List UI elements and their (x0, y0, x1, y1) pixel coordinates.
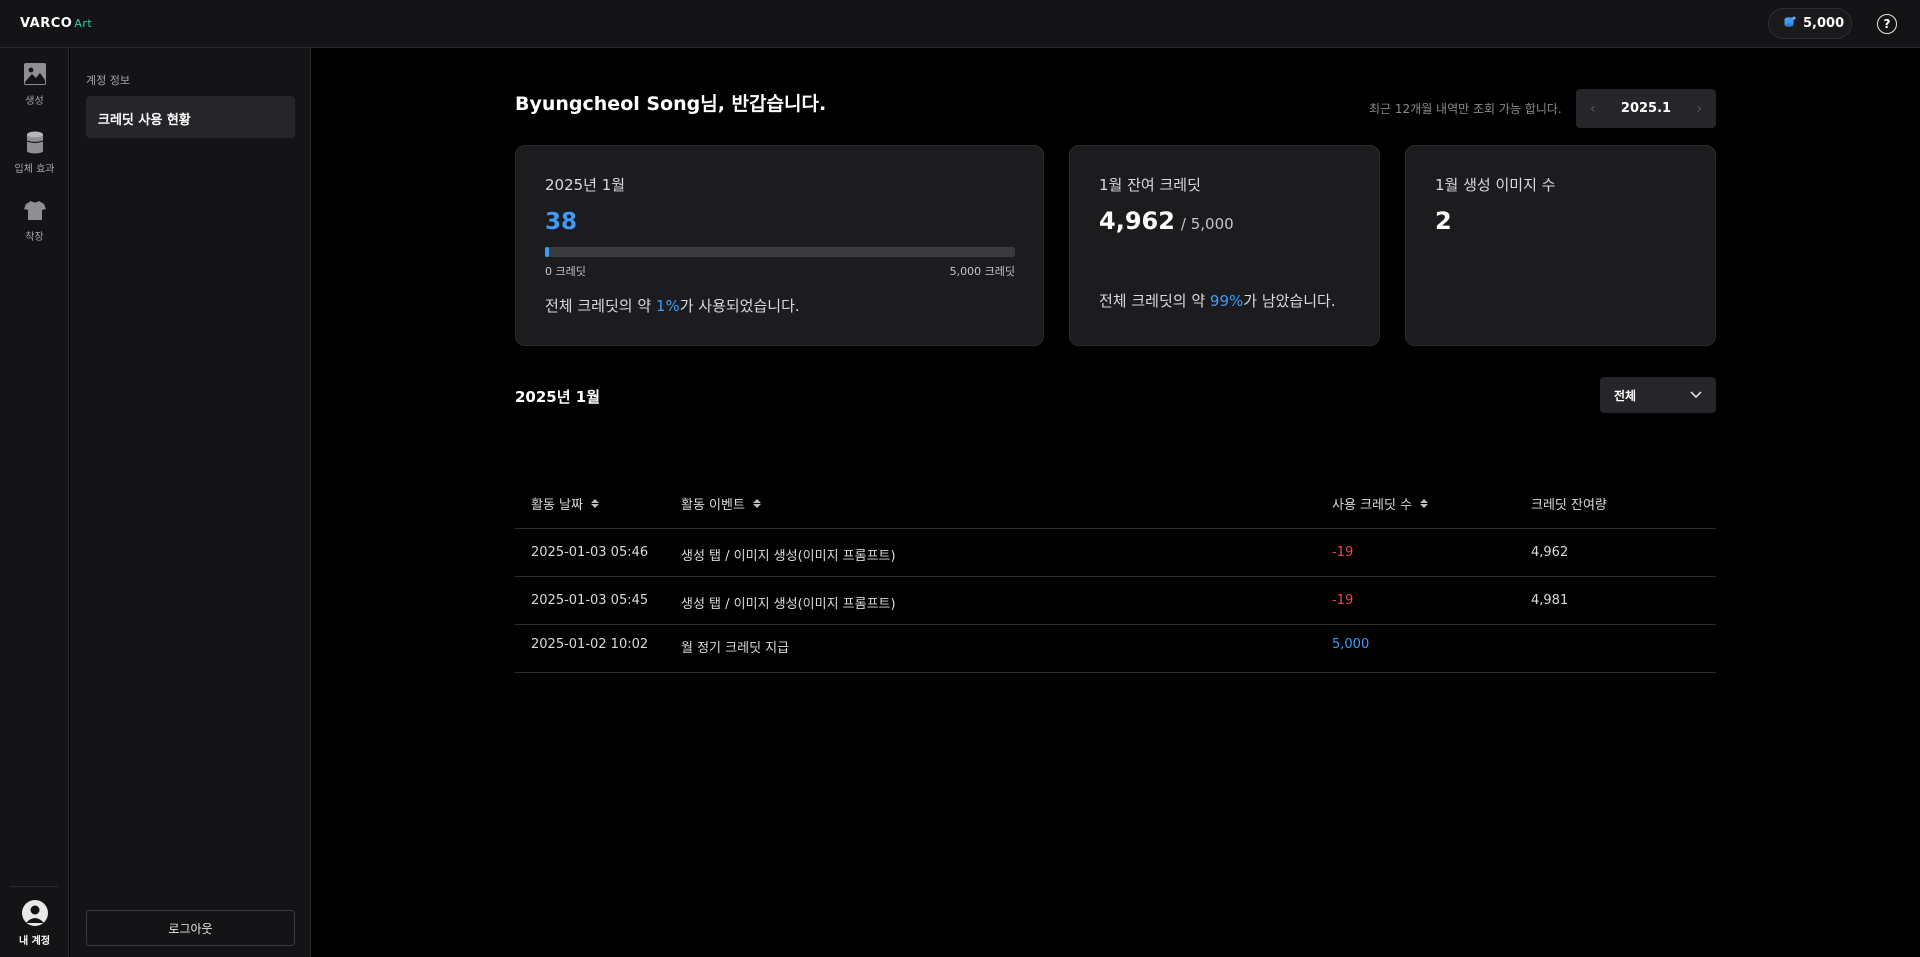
remaining-summary: 전체 크레딧의 약 99%가 남았습니다. (1099, 290, 1350, 311)
page-title: Byungcheol Song님, 반갑습니다. (515, 93, 827, 115)
usage-card: 2025년 1월 38 0 크레딧 5,000 크레딧 전체 크레딧의 약 1%… (515, 145, 1044, 346)
cell-date: 2025-01-02 10:02 (531, 637, 649, 652)
column-label: 활동 날짜 (531, 498, 583, 513)
filter-value: 전체 (1614, 388, 1637, 403)
credit-balance-button[interactable]: 5,000 (1768, 8, 1852, 39)
table-row: 2025-01-03 05:45 생성 탭 / 이미지 생성(이미지 프롬프트)… (515, 577, 1716, 625)
chevron-down-icon (1690, 388, 1702, 402)
usage-summary: 전체 크레딧의 약 1%가 사용되었습니다. (545, 295, 1014, 316)
coin-stack-icon (1783, 14, 1797, 33)
image-count-value: 2 (1435, 207, 1452, 235)
sidebar-item-credit-usage[interactable]: 크레딧 사용 현황 (86, 96, 295, 138)
usage-progress-fill (545, 247, 549, 257)
cell-credits: 5,000 (1332, 637, 1370, 652)
table-row: 2025-01-03 05:46 생성 탭 / 이미지 생성(이미지 프롬프트)… (515, 529, 1716, 577)
cell-event: 생성 탭 / 이미지 생성(이미지 프롬프트) (681, 549, 896, 564)
cylinder-icon (23, 130, 47, 154)
cell-date: 2025-01-03 05:46 (531, 545, 649, 560)
cell-credits: -19 (1332, 545, 1354, 560)
question-circle-icon[interactable]: ? (1877, 14, 1897, 34)
month-selector: ‹ 2025.1 › (1576, 89, 1716, 128)
column-label: 크레딧 잔여량 (1531, 498, 1607, 513)
summary-prefix: 전체 크레딧의 약 (1099, 292, 1210, 310)
rail-item-label: 입체 효과 (14, 164, 55, 175)
remaining-percent: 99% (1209, 292, 1244, 310)
chevron-right-icon[interactable]: › (1696, 101, 1702, 117)
total-credits-value: / 5,000 (1180, 215, 1234, 233)
sort-icon (1420, 499, 1429, 508)
sidebar-section-title: 계정 정보 (86, 74, 130, 87)
image-count-card: 1월 생성 이미지 수 2 (1405, 145, 1716, 346)
rail-item-account[interactable]: 내 계정 (0, 900, 69, 947)
logout-button[interactable]: 로그아웃 (86, 910, 295, 946)
column-header-credits[interactable]: 사용 크레딧 수 (1332, 494, 1429, 513)
image-icon (23, 62, 47, 86)
app-logo[interactable]: VARCO Art (20, 16, 92, 31)
cell-event: 월 정기 크레딧 지급 (681, 641, 790, 656)
summary-suffix: 가 남았습니다. (1243, 292, 1336, 310)
cell-event: 생성 탭 / 이미지 생성(이미지 프롬프트) (681, 597, 896, 612)
remaining-credits-value: 4,962 (1099, 207, 1175, 235)
table-row: 2025-01-02 10:02 월 정기 크레딧 지급 5,000 (515, 625, 1716, 673)
summary-suffix: 가 사용되었습니다. (679, 297, 800, 315)
month-value: 2025.1 (1620, 101, 1672, 116)
top-bar: VARCO Art 5,000 ? (0, 0, 1920, 48)
avatar-icon (21, 900, 48, 926)
logo-suffix: Art (74, 17, 93, 30)
usage-card-title: 2025년 1월 (545, 176, 626, 194)
sort-icon (752, 499, 761, 508)
usage-percent: 1% (655, 297, 680, 315)
tshirt-icon (23, 198, 47, 222)
event-filter-dropdown[interactable]: 전체 (1600, 377, 1716, 413)
account-sidebar: 계정 정보 크레딧 사용 현황 로그아웃 (70, 48, 311, 957)
rail-item-generate[interactable]: 생성 (0, 62, 69, 107)
rail-divider (10, 886, 58, 887)
cell-date: 2025-01-03 05:45 (531, 593, 649, 608)
history-title: 2025년 1월 (515, 388, 601, 406)
column-label: 사용 크레딧 수 (1332, 498, 1413, 513)
remaining-row: 4,962 / 5,000 (1099, 207, 1350, 235)
credit-balance-value: 5,000 (1803, 16, 1845, 31)
image-count-title: 1월 생성 이미지 수 (1435, 176, 1556, 194)
remaining-card-title: 1월 잔여 크레딧 (1099, 176, 1201, 194)
cell-balance: 4,981 (1531, 593, 1569, 608)
rail-item-3d-effect[interactable]: 입체 효과 (0, 130, 69, 175)
progress-max-label: 5,000 크레딧 (949, 265, 1015, 278)
column-header-balance: 크레딧 잔여량 (1531, 494, 1607, 513)
remaining-card: 1월 잔여 크레딧 4,962 / 5,000 전체 크레딧의 약 99%가 남… (1069, 145, 1380, 346)
column-label: 활동 이벤트 (681, 498, 745, 513)
history-notice: 최근 12개월 내역만 조회 가능 합니다. (1369, 102, 1562, 116)
logo-text: VARCO (20, 16, 73, 31)
progress-min-label: 0 크레딧 (545, 265, 586, 278)
column-header-date[interactable]: 활동 날짜 (531, 494, 599, 513)
table-header: 활동 날짜 활동 이벤트 사용 크레딧 수 크레딧 잔여량 (515, 475, 1716, 529)
rail-account-label: 내 계정 (18, 936, 51, 947)
sort-icon (590, 499, 599, 508)
chevron-left-icon[interactable]: ‹ (1590, 101, 1596, 117)
rail-item-label: 착장 (25, 232, 44, 243)
left-rail: 생성 입체 효과 착장 내 계정 (0, 48, 69, 957)
credit-history-table: 활동 날짜 활동 이벤트 사용 크레딧 수 크레딧 잔여량 2025-01-03… (515, 475, 1716, 673)
column-header-event[interactable]: 활동 이벤트 (681, 494, 761, 513)
cell-balance: 4,962 (1531, 545, 1569, 560)
rail-item-outfit[interactable]: 착장 (0, 198, 69, 243)
main-content: Byungcheol Song님, 반갑습니다. 최근 12개월 내역만 조회 … (312, 48, 1920, 957)
summary-prefix: 전체 크레딧의 약 (545, 297, 656, 315)
used-credits-value: 38 (545, 209, 578, 235)
usage-progress-bar (545, 247, 1015, 257)
rail-item-label: 생성 (25, 96, 44, 107)
cell-credits: -19 (1332, 593, 1354, 608)
progress-labels: 0 크레딧 5,000 크레딧 (545, 263, 1015, 279)
